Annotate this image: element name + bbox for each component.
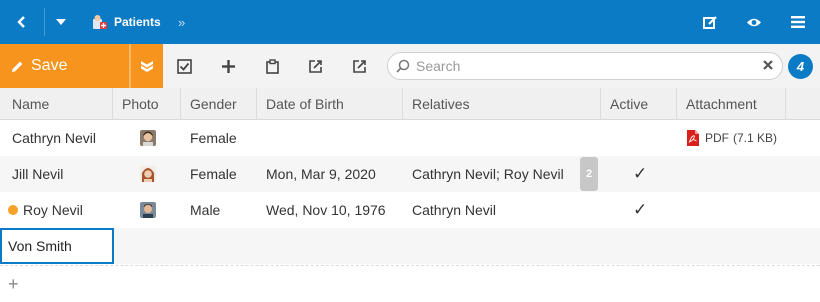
patients-icon xyxy=(93,15,107,29)
table-row[interactable]: Roy Nevil Male Wed, Nov 10, 1976 Cathryn… xyxy=(0,192,820,228)
search-icon xyxy=(396,59,410,73)
paste-button[interactable] xyxy=(250,44,294,88)
share-icon xyxy=(353,60,366,73)
column-header-active[interactable]: Active xyxy=(601,88,677,120)
back-button[interactable] xyxy=(0,0,44,44)
select-button[interactable] xyxy=(162,44,206,88)
save-options-button[interactable] xyxy=(131,44,163,88)
clipboard-icon xyxy=(265,58,279,74)
dob-cell[interactable]: Wed, Nov 10, 1976 xyxy=(254,192,386,228)
relatives-more-badge[interactable]: 2 xyxy=(580,157,598,191)
dob-cell[interactable] xyxy=(254,120,266,156)
column-header-photo[interactable]: Photo xyxy=(113,88,181,120)
view-button[interactable] xyxy=(734,0,774,44)
name-edit-input[interactable] xyxy=(0,228,114,264)
avatar xyxy=(140,166,156,182)
toolbar: Save Search 4 xyxy=(0,44,820,88)
pdf-file-icon xyxy=(687,130,699,146)
name-cell[interactable]: Jill Nevil xyxy=(0,156,63,192)
column-header-attachment[interactable]: Attachment xyxy=(677,88,786,120)
attachment-cell[interactable] xyxy=(674,156,686,192)
table-row[interactable]: Jill Nevil Female Mon, Mar 9, 2020 Cathr… xyxy=(0,156,820,192)
edit-button[interactable] xyxy=(690,0,730,44)
photo-cell[interactable] xyxy=(128,156,156,192)
name-cell[interactable]: Roy Nevil xyxy=(0,192,83,228)
name-text: Roy Nevil xyxy=(23,202,83,218)
grid-header: Name Photo Gender Date of Birth Relative… xyxy=(0,88,820,120)
add-row-button[interactable]: + xyxy=(0,265,820,302)
column-header-gender[interactable]: Gender xyxy=(181,88,257,120)
photo-cell[interactable] xyxy=(128,192,156,228)
record-count-badge: 4 xyxy=(788,54,813,79)
breadcrumb-patients[interactable]: Patients xyxy=(92,0,161,44)
search-box xyxy=(387,52,783,80)
gender-cell[interactable]: Male xyxy=(178,192,220,228)
relatives-cell[interactable] xyxy=(400,120,412,156)
checkbox-icon xyxy=(176,58,192,74)
column-header-name[interactable]: Name xyxy=(0,88,113,120)
attachment-type: PDF xyxy=(705,131,729,145)
menu-dropdown-button[interactable] xyxy=(45,0,77,44)
attachment-size: (7.1 KB) xyxy=(733,131,778,145)
double-chevron-down-icon xyxy=(141,61,153,72)
name-cell[interactable]: Cathryn Nevil xyxy=(0,120,96,156)
table-row[interactable]: Cathryn Nevil Female PDF (7.1 KB) xyxy=(0,120,820,156)
share-button[interactable] xyxy=(338,44,382,88)
column-header-relatives[interactable]: Relatives xyxy=(403,88,601,120)
clear-icon[interactable] xyxy=(762,59,774,71)
new-record-row xyxy=(0,228,820,264)
caret-down-icon xyxy=(56,19,66,25)
chevron-left-icon xyxy=(17,16,25,28)
save-button[interactable]: Save xyxy=(0,44,129,88)
plus-icon xyxy=(221,59,235,73)
breadcrumb-label: Patients xyxy=(114,15,161,29)
active-cell[interactable]: ✓ xyxy=(621,156,647,192)
pencil-icon xyxy=(12,61,23,72)
gender-cell[interactable]: Female xyxy=(178,120,237,156)
export-icon xyxy=(309,60,322,73)
top-navigation-bar: Patients » xyxy=(0,0,820,44)
avatar xyxy=(140,130,156,146)
active-cell[interactable] xyxy=(616,120,628,156)
attachment-cell[interactable] xyxy=(674,192,686,228)
attachment-cell[interactable]: PDF (7.1 KB) xyxy=(674,120,777,156)
gender-cell[interactable]: Female xyxy=(178,156,237,192)
search-input[interactable] xyxy=(416,58,746,74)
menu-icon xyxy=(791,16,805,28)
main-menu-button[interactable] xyxy=(778,0,818,44)
avatar xyxy=(140,202,156,218)
column-header-date-of-birth[interactable]: Date of Birth xyxy=(257,88,403,120)
dob-cell[interactable]: Mon, Mar 9, 2020 xyxy=(254,156,376,192)
eye-icon xyxy=(747,18,761,26)
add-button[interactable] xyxy=(206,44,250,88)
export-button[interactable] xyxy=(294,44,338,88)
modified-indicator xyxy=(8,205,18,215)
save-label: Save xyxy=(31,57,68,74)
relatives-cell[interactable]: Cathryn Nevil xyxy=(400,192,496,228)
edit-icon xyxy=(702,15,717,29)
plus-icon: + xyxy=(8,273,19,294)
relatives-cell[interactable]: Cathryn Nevil; Roy Nevil xyxy=(400,156,564,192)
active-cell[interactable]: ✓ xyxy=(621,192,647,228)
breadcrumb-separator: » xyxy=(178,14,186,30)
photo-cell[interactable] xyxy=(128,120,156,156)
